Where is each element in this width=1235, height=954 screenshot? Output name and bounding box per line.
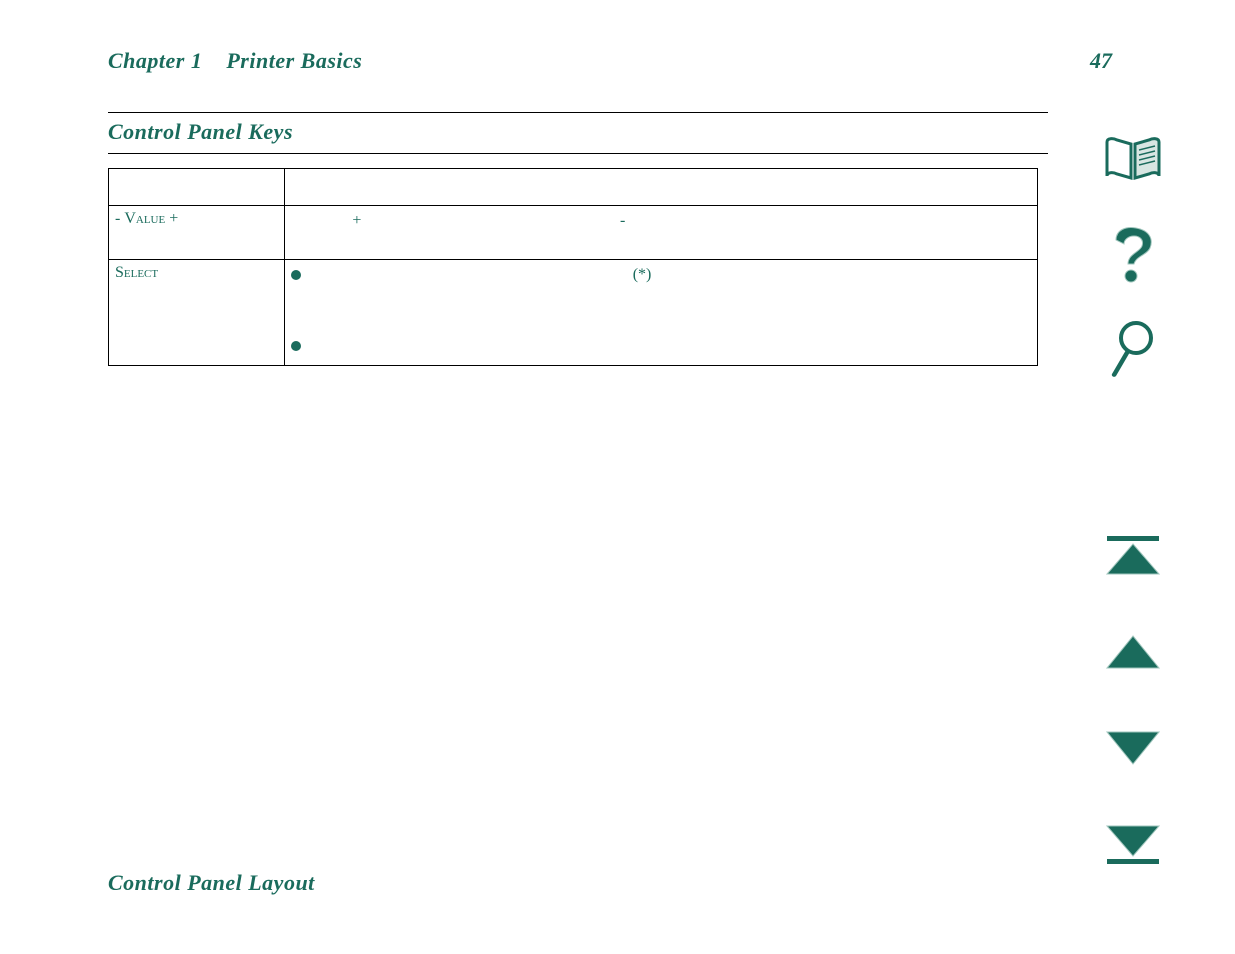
page-number: 47 bbox=[1090, 48, 1112, 74]
chapter-heading: Chapter 1 Printer Basics bbox=[108, 48, 362, 74]
function-cell-select: Saves the selected value for that item. … bbox=[285, 259, 1038, 366]
question-mark-icon bbox=[1106, 224, 1160, 284]
section-title: Control Panel Keys bbox=[108, 112, 1048, 154]
magnifier-icon bbox=[1106, 318, 1160, 382]
book-icon bbox=[1103, 134, 1163, 182]
list-item: Prints one of the printer information pa… bbox=[291, 335, 1031, 357]
next-page-button[interactable] bbox=[1103, 720, 1163, 776]
side-navigation bbox=[1098, 130, 1168, 872]
first-page-button[interactable] bbox=[1103, 528, 1163, 584]
bullet-icon bbox=[291, 341, 301, 351]
bullet-icon bbox=[291, 270, 301, 280]
table-row: - Value + Press the + end of the button … bbox=[109, 206, 1038, 260]
down-triangle-icon bbox=[1103, 728, 1163, 768]
page: Chapter 1 Printer Basics 47 Control Panel… bbox=[0, 0, 1235, 954]
content-area: Chapter 1Printer Basics 47 Control Panel… bbox=[108, 48, 1048, 366]
control-panel-keys-table: Key Function - Value + Press the + end o… bbox=[108, 168, 1038, 366]
up-triangle-icon bbox=[1103, 632, 1163, 672]
list-item: Saves the selected value for that item. … bbox=[291, 264, 1031, 331]
table-header-row: Key Function bbox=[109, 169, 1038, 206]
chapter-label: Chapter 1 bbox=[108, 48, 202, 73]
function-cell-value: Press the + end of the button to step fo… bbox=[285, 206, 1038, 260]
chapter-title: Printer Basics bbox=[226, 48, 362, 73]
table-row: Select Saves the selected value for that… bbox=[109, 259, 1038, 366]
first-page-icon bbox=[1103, 534, 1163, 578]
previous-page-button[interactable] bbox=[1103, 624, 1163, 680]
col-function-header: Function bbox=[285, 169, 1038, 206]
contents-button[interactable] bbox=[1103, 130, 1163, 186]
search-button[interactable] bbox=[1103, 322, 1163, 378]
help-button[interactable] bbox=[1103, 226, 1163, 282]
col-key-header: Key bbox=[109, 169, 285, 206]
running-header: Chapter 1 Printer Basics bbox=[108, 48, 1048, 74]
last-page-icon bbox=[1103, 822, 1163, 866]
key-cell-value: - Value + bbox=[109, 206, 285, 260]
last-page-button[interactable] bbox=[1103, 816, 1163, 872]
key-cell-select: Select bbox=[109, 259, 285, 366]
footer-section-title: Control Panel Layout bbox=[108, 870, 315, 896]
